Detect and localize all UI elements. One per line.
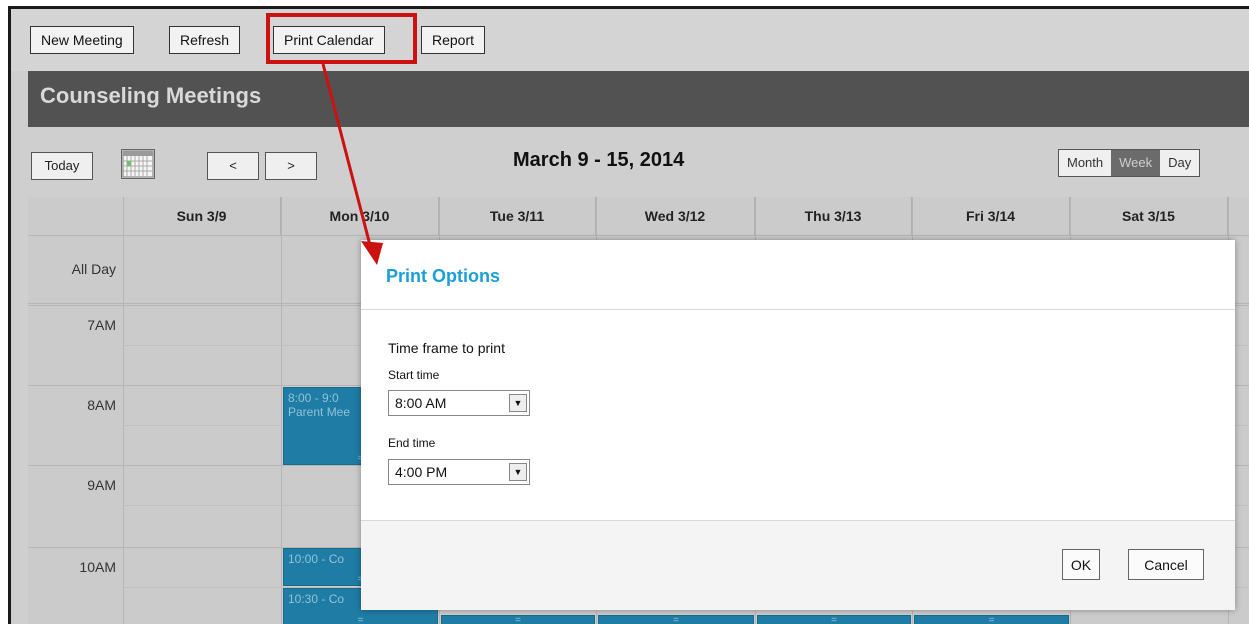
start-time-label: Start time <box>388 368 440 382</box>
calendar-event[interactable]: = <box>757 615 911 624</box>
calendar-event[interactable]: = <box>441 615 595 624</box>
prev-week-button[interactable]: < <box>207 152 259 180</box>
grid-row-line <box>28 235 1249 236</box>
calendar-event[interactable]: = <box>598 615 754 624</box>
start-time-value: 8:00 AM <box>395 395 447 411</box>
end-time-label: End time <box>388 436 436 450</box>
calendar-event[interactable]: = <box>914 615 1069 624</box>
calendar-title: Counseling Meetings <box>40 83 262 108</box>
view-switcher: Month Week Day <box>1058 149 1201 177</box>
chevron-down-icon[interactable]: ▼ <box>509 463 527 481</box>
next-week-button[interactable]: > <box>265 152 317 180</box>
time-frame-label: Time frame to print <box>388 340 505 356</box>
view-month-button[interactable]: Month <box>1059 150 1111 176</box>
new-meeting-button[interactable]: New Meeting <box>30 26 134 54</box>
start-time-select[interactable]: 8:00 AM ▼ <box>388 390 530 416</box>
toolbar: New Meeting Refresh Print Calendar Repor… <box>11 9 1249 71</box>
refresh-button[interactable]: Refresh <box>169 26 241 54</box>
chevron-down-icon[interactable]: ▼ <box>509 394 527 412</box>
grid-col-line <box>281 197 282 624</box>
calendar-title-bar: Counseling Meetings <box>28 71 1249 127</box>
day-header-thu: Thu 3/13 <box>755 197 912 235</box>
time-label-7am: 7AM <box>87 317 116 333</box>
end-time-value: 4:00 PM <box>395 464 448 480</box>
print-calendar-button[interactable]: Print Calendar <box>273 26 385 54</box>
event-resize-grip[interactable]: = <box>442 616 594 624</box>
grid-col-line <box>123 197 124 624</box>
app-frame: New Meeting Refresh Print Calendar Repor… <box>8 6 1249 624</box>
time-label-8am: 8AM <box>87 397 116 413</box>
dialog-body: Time frame to print Start time 8:00 AM ▼… <box>361 310 1235 520</box>
day-header-mon: Mon 3/10 <box>281 197 439 235</box>
calendar-picker-icon[interactable] <box>121 149 155 179</box>
event-resize-grip[interactable]: = <box>284 615 437 624</box>
dialog-title: Print Options <box>386 266 500 286</box>
day-header-wed: Wed 3/12 <box>596 197 755 235</box>
date-range-title: March 9 - 15, 2014 <box>513 149 685 171</box>
time-label-10am: 10AM <box>79 559 116 575</box>
view-day-button[interactable]: Day <box>1160 150 1199 176</box>
calendar-nav-row: Today < > March 9 - 15, 2014 Month Week … <box>28 127 1249 197</box>
report-button[interactable]: Report <box>421 26 486 54</box>
event-resize-grip[interactable]: = <box>758 616 910 624</box>
view-week-button[interactable]: Week <box>1111 150 1161 176</box>
day-header-sun: Sun 3/9 <box>123 197 281 235</box>
ok-button[interactable]: OK <box>1062 549 1100 580</box>
dialog-footer: OK Cancel <box>361 520 1235 610</box>
mini-calendar-icon <box>122 150 154 178</box>
end-time-select[interactable]: 4:00 PM ▼ <box>388 459 530 485</box>
day-header-sat: Sat 3/15 <box>1070 197 1228 235</box>
all-day-label: All Day <box>71 261 116 277</box>
day-header-tue: Tue 3/11 <box>439 197 596 235</box>
cancel-button[interactable]: Cancel <box>1128 549 1204 580</box>
today-button[interactable]: Today <box>31 152 93 180</box>
dialog-header: Print Options <box>361 240 1235 310</box>
print-options-dialog: Print Options Time frame to print Start … <box>361 240 1235 610</box>
time-label-9am: 9AM <box>87 477 116 493</box>
event-resize-grip[interactable]: = <box>915 616 1068 624</box>
event-resize-grip[interactable]: = <box>599 616 753 624</box>
day-header-fri: Fri 3/14 <box>912 197 1070 235</box>
